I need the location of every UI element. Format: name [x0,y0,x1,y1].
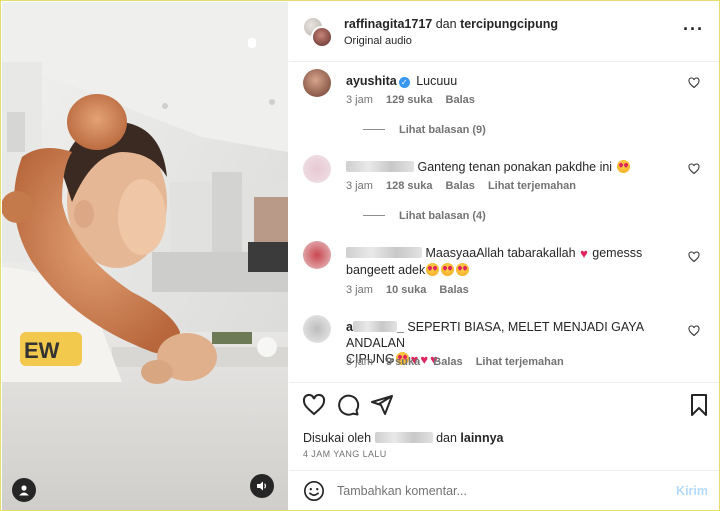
replies-divider [363,129,385,130]
comment-time: 3 jam [346,284,373,296]
comment-meta: 3 jam 9 suka Balas Lihat terjemahan [346,356,574,368]
audio-toggle-button[interactable] [250,474,274,498]
comment-body-2: gemesss [592,246,643,260]
author-username-1[interactable]: raffinagita1717 [344,17,432,31]
avatar[interactable] [311,26,333,48]
verified-badge-icon: ✓ [398,77,410,88]
view-replies-button[interactable]: Lihat balasan (9) [363,124,486,136]
comment-body: Lucuuu [416,74,458,88]
comment-body: MaasyaaAllah tabarakallah [425,246,576,260]
liked-by-others-link[interactable]: lainnya [460,431,503,445]
see-translation-button[interactable]: Lihat terjemahan [476,356,564,368]
view-replies-button[interactable]: Lihat balasan (4) [363,210,486,222]
comment-time: 3 jam [346,94,373,106]
comment-text: MaasyaaAllah tabarakallah ♥ gemesss bang… [346,245,686,278]
authors-joiner: dan [435,17,457,31]
user-tag-button[interactable] [12,478,36,502]
avatar[interactable] [303,241,331,269]
more-horizontal-icon[interactable]: ··· [683,20,704,38]
blurred-username[interactable] [374,432,433,443]
speaker-icon [257,481,267,491]
heart-icon[interactable] [302,393,326,417]
liked-by-text: Disukai oleh dan lainnya [303,431,503,445]
comment-text: Ganteng tenan ponakan pakdhe ini [346,159,686,175]
liked-by-prefix: Disukai oleh [303,431,372,445]
comment-likes[interactable]: 10 suka [386,284,426,296]
post-timestamp[interactable]: 4 JAM YANG LALU [303,449,387,459]
comment-meta: 3 jam 129 suka Balas [346,94,485,106]
comment-username[interactable]: ayushita [346,74,397,88]
heart-eyes-emoji-icon [426,263,440,276]
comment-likes[interactable]: 9 suka [386,356,420,368]
reply-button[interactable]: Balas [439,284,468,296]
see-translation-button[interactable]: Lihat terjemahan [488,180,576,192]
comment-body-3: bangeett adek [346,263,426,277]
comment-meta: 3 jam 10 suka Balas [346,284,479,296]
original-audio-link[interactable]: Original audio [344,35,412,47]
comment-composer: Kirim [289,470,719,510]
comment-likes[interactable]: 128 suka [386,180,432,192]
emoji-icon[interactable] [303,480,325,502]
bookmark-icon[interactable] [687,393,711,417]
post-actions: Disukai oleh dan lainnya 4 JAM YANG LALU [289,382,719,470]
user-tag-icon [19,485,29,496]
comment-icon[interactable] [336,393,360,417]
heart-icon[interactable] [688,77,700,89]
blurred-username[interactable] [346,161,414,172]
post-authors: raffinagita1717 dan tercipungcipung [344,17,558,31]
blurred-username[interactable] [352,321,397,332]
red-heart-emoji-icon: ♥ [580,246,588,261]
post-dialog: EW raffinagita1717 dan tercipungcipung O… [0,0,720,511]
heart-icon[interactable] [688,163,700,175]
comment-body: Ganteng tenan ponakan pakdhe ini [417,160,613,174]
liked-by-joiner: dan [436,431,457,445]
heart-eyes-emoji-icon [441,263,455,276]
reply-button[interactable]: Balas [433,356,462,368]
post-details-panel: raffinagita1717 dan tercipungcipung Orig… [289,2,719,510]
view-replies-label: Lihat balasan (4) [399,210,486,222]
comment-likes[interactable]: 129 suka [386,94,432,106]
reply-button[interactable]: Balas [446,94,475,106]
avatar[interactable] [303,69,331,97]
blurred-username[interactable] [346,247,422,258]
comment-meta: 3 jam 128 suka Balas Lihat terjemahan [346,180,586,192]
heart-eyes-emoji-icon [616,160,630,173]
heart-icon[interactable] [688,325,700,337]
svg-text:EW: EW [24,338,60,363]
comment-username-end[interactable]: _ [397,320,404,334]
comment-username-start[interactable]: a [346,320,353,334]
comments-list: ayushita ✓ Lucuuu 3 jam 129 suka Balas Li… [289,63,719,381]
view-replies-label: Lihat balasan (9) [399,124,486,136]
heart-eyes-emoji-icon [456,263,470,276]
send-icon[interactable] [370,393,394,417]
replies-divider [363,215,385,216]
heart-icon[interactable] [688,251,700,263]
comment-text: ayushita ✓ Lucuuu [346,73,686,89]
avatar[interactable] [303,315,331,343]
post-header: raffinagita1717 dan tercipungcipung Orig… [289,2,719,62]
comment-input[interactable] [337,481,637,501]
author-username-2[interactable]: tercipungcipung [460,17,558,31]
comment-time: 3 jam [346,356,373,368]
video-frame-image: EW [2,2,288,510]
post-media-video[interactable]: EW [2,2,288,510]
reply-button[interactable]: Balas [446,180,475,192]
comment-time: 3 jam [346,180,373,192]
post-comment-button[interactable]: Kirim [676,484,708,498]
collab-avatars[interactable] [303,17,333,48]
avatar[interactable] [303,155,331,183]
